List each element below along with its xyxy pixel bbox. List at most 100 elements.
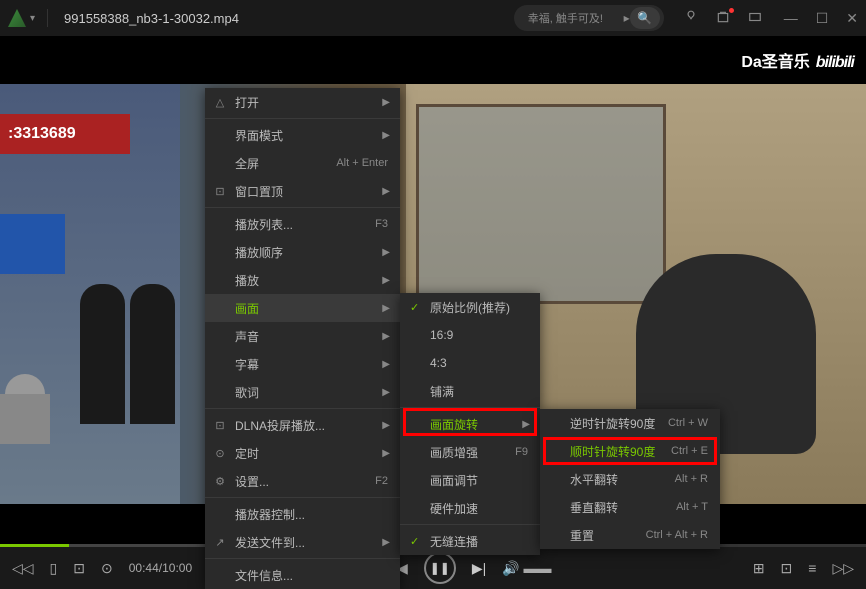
menu-item-label: 原始比例(推荐) xyxy=(430,299,528,316)
menu-item-label: 定时 xyxy=(235,445,388,462)
record-button[interactable]: ⊙ xyxy=(101,560,113,577)
menu-item-label: 画面 xyxy=(235,300,388,317)
menu-item[interactable]: 字幕▶ xyxy=(205,350,400,378)
menu-item[interactable]: ⊡DLNA投屏播放...▶ xyxy=(205,411,400,439)
check-icon: ✓ xyxy=(410,535,419,548)
check-icon: ✓ xyxy=(410,301,419,314)
next-frame-button[interactable]: ▷▷ xyxy=(832,560,854,577)
time-display: 00:44/10:00 xyxy=(129,561,192,575)
chevron-right-icon: ▶ xyxy=(382,247,390,258)
menu-item[interactable]: 播放顺序▶ xyxy=(205,238,400,266)
menu-item[interactable]: 顺时针旋转90度Ctrl + E xyxy=(540,437,720,465)
option-button[interactable]: ⊡ xyxy=(781,560,793,577)
mode-button[interactable]: ⊞ xyxy=(753,560,765,577)
context-menu-rotate: 逆时针旋转90度Ctrl + W顺时针旋转90度Ctrl + E水平翻转Alt … xyxy=(540,409,720,549)
volume-icon[interactable]: 🔊 ▬▬ xyxy=(502,560,551,577)
menu-item[interactable]: ✓ 原始比例(推荐) xyxy=(400,293,540,321)
chevron-right-icon: ▶ xyxy=(382,331,390,342)
chevron-right-icon: ▶ xyxy=(382,130,390,141)
menu-item[interactable]: 4:3 xyxy=(400,349,540,377)
menu-item-label: 设置... xyxy=(235,473,375,490)
next-button[interactable]: ▶| xyxy=(472,560,486,577)
chevron-down-icon[interactable]: ▾ xyxy=(30,13,35,24)
menu-item-label: 发送文件到... xyxy=(235,534,388,551)
prev-frame-button[interactable]: ◁◁ xyxy=(12,560,34,577)
menu-item[interactable]: 16:9 xyxy=(400,321,540,349)
menu-item[interactable]: 播放器控制... xyxy=(205,500,400,528)
menu-item[interactable]: 播放列表...F3 xyxy=(205,210,400,238)
menu-item[interactable]: 画面调节 xyxy=(400,466,540,494)
menu-item-label: 水平翻转 xyxy=(570,471,675,488)
menu-item-label: 铺满 xyxy=(430,383,528,400)
tool-icon-3[interactable] xyxy=(748,10,764,26)
menu-item[interactable]: ⊙定时▶ xyxy=(205,439,400,467)
context-menu-picture: ✓ 原始比例(推荐) 16:9 4:3 铺满画面旋转▶画质增强F9画面调节硬件加速 ✓ 无缝… xyxy=(400,293,540,555)
chevron-right-icon: ▶ xyxy=(382,186,390,197)
app-logo[interactable]: ▾ xyxy=(8,9,35,27)
search-button[interactable]: 🔍 xyxy=(630,7,660,29)
menu-item-label: 打开 xyxy=(235,94,388,111)
menu-item-label: 声音 xyxy=(235,328,388,345)
menu-item[interactable]: 画质增强F9 xyxy=(400,438,540,466)
menu-item[interactable]: 逆时针旋转90度Ctrl + W xyxy=(540,409,720,437)
menu-item[interactable]: 水平翻转Alt + R xyxy=(540,465,720,493)
menu-item[interactable]: ⚙设置...F2 xyxy=(205,467,400,495)
menu-item-label: 无缝连播 xyxy=(430,533,528,550)
divider xyxy=(47,9,48,27)
menu-item-label: 播放 xyxy=(235,272,388,289)
menu-shortcut: Alt + T xyxy=(676,501,708,513)
search-placeholder: 幸福, 触手可及! xyxy=(528,10,624,26)
close-button[interactable]: ✕ xyxy=(846,10,858,27)
screenshot-button[interactable]: ⊡ xyxy=(73,560,85,577)
tool-icon-2[interactable] xyxy=(716,10,732,26)
search-box[interactable]: 幸福, 触手可及! ▸ 🔍 xyxy=(514,5,664,31)
menu-item[interactable]: 播放▶ xyxy=(205,266,400,294)
menu-item[interactable]: 画面▶ xyxy=(205,294,400,322)
menu-item[interactable]: 声音▶ xyxy=(205,322,400,350)
stop-button[interactable]: ▯ xyxy=(50,560,58,577)
menu-item-label: 16:9 xyxy=(430,328,528,342)
play-pause-button[interactable]: ❚❚ xyxy=(424,552,456,584)
menu-shortcut: F3 xyxy=(375,218,388,230)
menu-item-label: 文件信息... xyxy=(235,567,388,584)
maximize-button[interactable]: ☐ xyxy=(816,10,829,27)
minimize-button[interactable]: — xyxy=(784,10,798,27)
menu-item[interactable]: ✓ 无缝连播 xyxy=(400,527,540,555)
menu-separator xyxy=(205,207,400,208)
menu-item[interactable]: 全屏Alt + Enter xyxy=(205,149,400,177)
menu-item[interactable]: 画面旋转▶ xyxy=(400,410,540,438)
menu-item-label: 重置 xyxy=(570,527,646,544)
search-icon: 🔍 xyxy=(637,11,652,25)
menu-shortcut: Ctrl + Alt + R xyxy=(646,529,708,541)
tool-icon-1[interactable] xyxy=(684,10,700,26)
playlist-button[interactable]: ≡ xyxy=(808,560,816,576)
menu-item[interactable]: ⊡窗口置顶▶ xyxy=(205,177,400,205)
menu-item-label: 顺时针旋转90度 xyxy=(570,443,671,460)
menu-item-label: 播放器控制... xyxy=(235,506,388,523)
menu-item-icon: ↗ xyxy=(213,536,227,549)
chevron-right-icon: ▶ xyxy=(382,97,390,108)
menu-separator xyxy=(400,407,540,408)
menu-item-label: DLNA投屏播放... xyxy=(235,417,388,434)
menu-item-label: 画质增强 xyxy=(430,444,515,461)
menu-item-label: 字幕 xyxy=(235,356,388,373)
menu-item-icon: ⊙ xyxy=(213,447,227,460)
menu-item-label: 4:3 xyxy=(430,356,528,370)
chevron-right-icon: ▶ xyxy=(382,420,390,431)
menu-item[interactable]: ↗发送文件到...▶ xyxy=(205,528,400,556)
menu-item[interactable]: 文件信息... xyxy=(205,561,400,589)
menu-shortcut: Ctrl + W xyxy=(668,417,708,429)
menu-item[interactable]: 歌词▶ xyxy=(205,378,400,406)
menu-item[interactable]: 垂直翻转Alt + T xyxy=(540,493,720,521)
chevron-right-icon: ▶ xyxy=(382,387,390,398)
menu-separator xyxy=(205,497,400,498)
menu-item[interactable]: 硬件加速 xyxy=(400,494,540,522)
menu-item[interactable]: 重置Ctrl + Alt + R xyxy=(540,521,720,549)
menu-item[interactable]: 界面模式▶ xyxy=(205,121,400,149)
menu-item-label: 逆时针旋转90度 xyxy=(570,415,668,432)
scene-sign: :3313689 xyxy=(0,114,130,154)
menu-shortcut: F2 xyxy=(375,475,388,487)
menu-shortcut: Alt + Enter xyxy=(336,157,388,169)
menu-item[interactable]: 铺满 xyxy=(400,377,540,405)
menu-item[interactable]: △打开▶ xyxy=(205,88,400,116)
